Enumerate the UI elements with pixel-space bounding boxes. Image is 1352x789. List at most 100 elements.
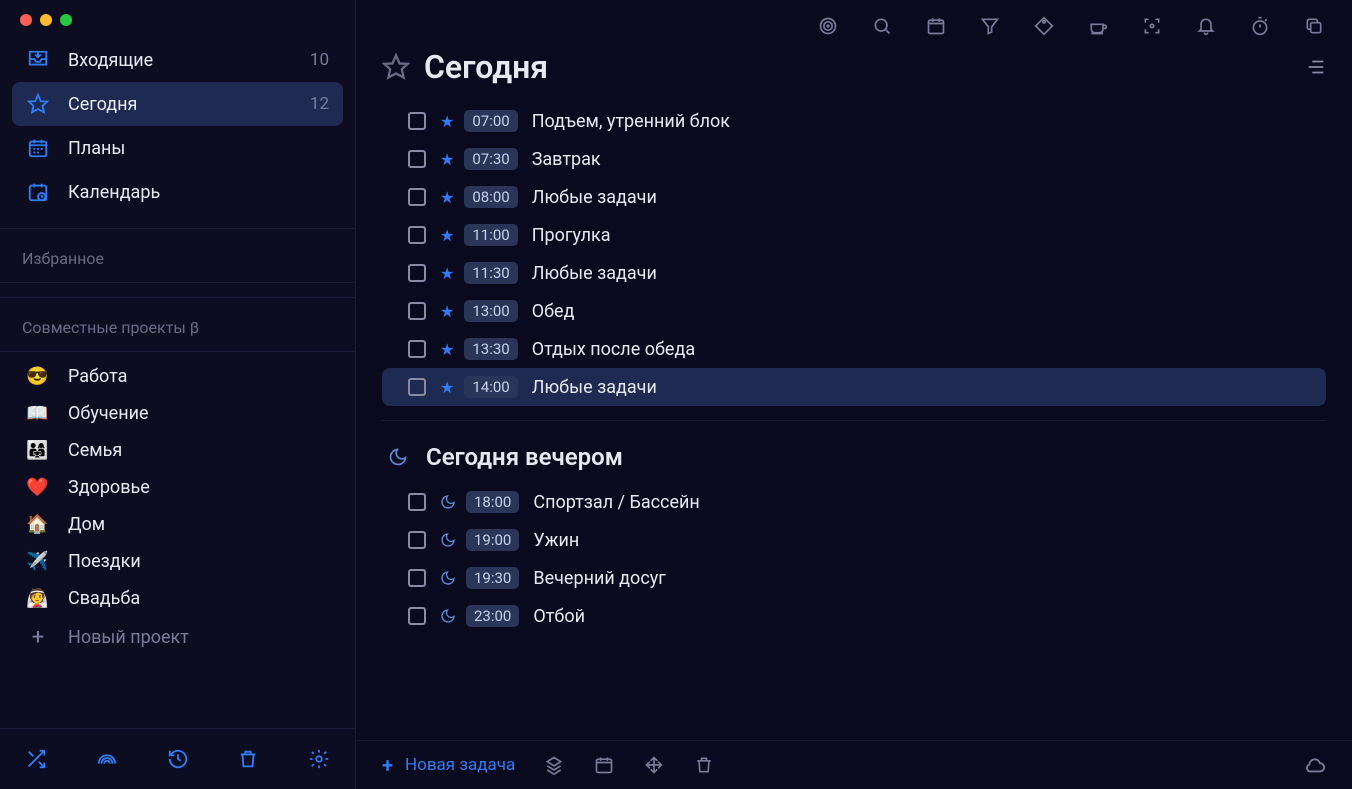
main-panel: Сегодня ★ 07:00 Подъем, утренний блок ★ … xyxy=(356,0,1352,789)
moon-icon xyxy=(440,608,456,624)
task-row[interactable]: 19:00 Ужин xyxy=(382,521,1326,559)
project-emoji: ✈️ xyxy=(26,551,50,572)
favorites-header[interactable]: Избранное xyxy=(0,228,355,283)
new-project-button[interactable]: + Новый проект xyxy=(12,617,343,658)
task-checkbox[interactable] xyxy=(408,188,426,206)
minimize-window-button[interactable] xyxy=(40,14,52,26)
task-checkbox[interactable] xyxy=(408,226,426,244)
task-time: 11:00 xyxy=(464,224,517,246)
task-row[interactable]: ★ 13:30 Отдых после обеда xyxy=(382,330,1326,368)
project-item[interactable]: 😎 Работа xyxy=(12,358,343,395)
project-item[interactable]: ✈️ Поездки xyxy=(12,543,343,580)
project-item[interactable]: 🏠 Дом xyxy=(12,506,343,543)
task-title: Любые задачи xyxy=(532,377,657,398)
project-item[interactable]: 👰 Свадьба xyxy=(12,580,343,617)
task-row[interactable]: ★ 07:30 Завтрак xyxy=(382,140,1326,178)
project-item[interactable]: 📖 Обучение xyxy=(12,395,343,432)
task-row[interactable]: ★ 13:00 Обед xyxy=(382,292,1326,330)
sidebar-item-label: Сегодня xyxy=(68,94,310,115)
task-time: 23:00 xyxy=(466,605,519,627)
shuffle-icon[interactable] xyxy=(20,743,52,775)
sidebar: Входящие 10 Сегодня 12 Планы Календарь И… xyxy=(0,0,356,789)
task-checkbox[interactable] xyxy=(408,493,426,511)
task-checkbox[interactable] xyxy=(408,340,426,358)
sidebar-item-count: 10 xyxy=(310,50,329,70)
task-row[interactable]: 23:00 Отбой xyxy=(382,597,1326,635)
task-row[interactable]: ★ 11:30 Любые задачи xyxy=(382,254,1326,292)
task-row[interactable]: ★ 07:00 Подъем, утренний блок xyxy=(382,102,1326,140)
task-time: 13:00 xyxy=(464,300,517,322)
sidebar-item-label: Планы xyxy=(68,138,329,159)
task-checkbox[interactable] xyxy=(408,112,426,130)
list-menu-icon[interactable] xyxy=(1304,56,1326,78)
sidebar-item-count: 12 xyxy=(310,94,329,114)
star-icon xyxy=(26,92,50,116)
task-checkbox[interactable] xyxy=(408,264,426,282)
target-icon[interactable] xyxy=(816,14,840,38)
top-toolbar xyxy=(356,0,1352,38)
cloud-icon[interactable] xyxy=(1304,754,1326,776)
task-title: Отдых после обеда xyxy=(532,339,695,360)
task-checkbox[interactable] xyxy=(408,531,426,549)
task-checkbox[interactable] xyxy=(408,569,426,587)
maximize-window-button[interactable] xyxy=(60,14,72,26)
star-icon: ★ xyxy=(440,378,454,397)
tag-icon[interactable] xyxy=(1032,14,1056,38)
history-icon[interactable] xyxy=(162,743,194,775)
copy-icon[interactable] xyxy=(1302,14,1326,38)
task-title: Спортзал / Бассейн xyxy=(533,492,699,513)
project-label: Обучение xyxy=(68,403,149,424)
task-checkbox[interactable] xyxy=(408,607,426,625)
bell-icon[interactable] xyxy=(1194,14,1218,38)
sidebar-nav: Входящие 10 Сегодня 12 Планы Календарь xyxy=(0,30,355,214)
rainbow-icon[interactable] xyxy=(91,743,123,775)
sidebar-item-plans[interactable]: Планы xyxy=(12,126,343,170)
sidebar-item-calendar[interactable]: Календарь xyxy=(12,170,343,214)
task-row[interactable]: ★ 14:00 Любые задачи xyxy=(382,368,1326,406)
close-window-button[interactable] xyxy=(20,14,32,26)
move-icon[interactable] xyxy=(643,754,665,776)
project-list: 😎 Работа 📖 Обучение 👨‍👩‍👧 Семья ❤️ Здоро… xyxy=(0,352,355,728)
task-row[interactable]: 18:00 Спортзал / Бассейн xyxy=(382,483,1326,521)
task-row[interactable]: ★ 08:00 Любые задачи xyxy=(382,178,1326,216)
project-label: Работа xyxy=(68,366,127,387)
star-icon: ★ xyxy=(440,264,454,283)
project-item[interactable]: ❤️ Здоровье xyxy=(12,469,343,506)
layers-icon[interactable] xyxy=(543,754,565,776)
task-title: Завтрак xyxy=(532,149,601,170)
task-row[interactable]: ★ 11:00 Прогулка xyxy=(382,216,1326,254)
new-task-button[interactable]: + Новая задача xyxy=(382,753,515,777)
task-time: 07:00 xyxy=(464,110,517,132)
task-title: Ужин xyxy=(533,530,579,551)
project-emoji: 👨‍👩‍👧 xyxy=(26,440,50,461)
trash-icon[interactable] xyxy=(232,743,264,775)
task-checkbox[interactable] xyxy=(408,150,426,168)
task-row[interactable]: 19:30 Вечерний досуг xyxy=(382,559,1326,597)
settings-icon[interactable] xyxy=(303,743,335,775)
star-outline-icon[interactable] xyxy=(382,53,410,81)
project-label: Дом xyxy=(68,514,105,535)
stopwatch-icon[interactable] xyxy=(1248,14,1272,38)
coffee-icon[interactable] xyxy=(1086,14,1110,38)
search-icon[interactable] xyxy=(870,14,894,38)
task-checkbox[interactable] xyxy=(408,302,426,320)
task-time: 19:30 xyxy=(466,567,519,589)
task-title: Прогулка xyxy=(532,225,611,246)
calendar-icon[interactable] xyxy=(924,14,948,38)
focus-icon[interactable] xyxy=(1140,14,1164,38)
shared-projects-header[interactable]: Совместные проекты β xyxy=(0,297,355,351)
task-title: Подъем, утренний блок xyxy=(532,111,730,132)
filter-icon[interactable] xyxy=(978,14,1002,38)
section-divider xyxy=(382,420,1326,421)
sidebar-item-today[interactable]: Сегодня 12 xyxy=(12,82,343,126)
delete-icon[interactable] xyxy=(693,754,715,776)
task-checkbox[interactable] xyxy=(408,378,426,396)
sidebar-item-inbox[interactable]: Входящие 10 xyxy=(12,38,343,82)
schedule-icon[interactable] xyxy=(593,754,615,776)
task-title: Вечерний досуг xyxy=(533,568,665,589)
project-emoji: ❤️ xyxy=(26,477,50,498)
page-title: Сегодня xyxy=(424,48,1304,86)
task-time: 18:00 xyxy=(466,491,519,513)
project-item[interactable]: 👨‍👩‍👧 Семья xyxy=(12,432,343,469)
task-title: Отбой xyxy=(533,606,585,627)
